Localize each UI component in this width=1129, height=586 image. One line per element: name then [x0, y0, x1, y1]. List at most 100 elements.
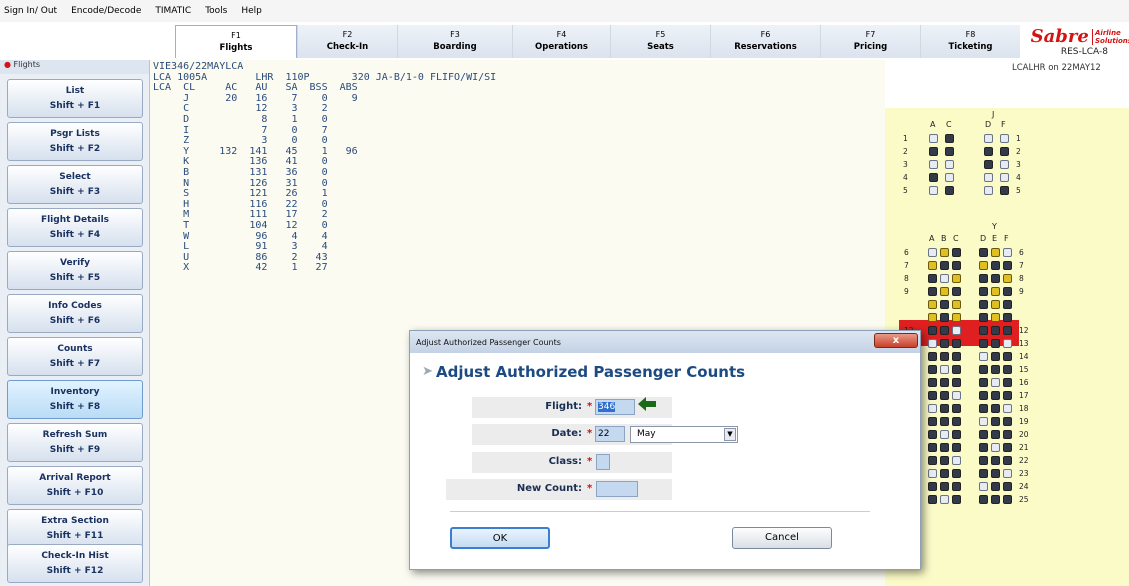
column-label[interactable]: C	[953, 234, 959, 243]
seat[interactable]	[940, 443, 949, 452]
seat[interactable]	[1003, 326, 1012, 335]
column-label[interactable]: A	[929, 234, 934, 243]
flight-input[interactable]: 346	[595, 399, 635, 415]
date-day-input[interactable]: 22	[595, 426, 625, 442]
seat[interactable]	[940, 248, 949, 257]
seat[interactable]	[1000, 134, 1009, 143]
seat[interactable]	[1003, 248, 1012, 257]
seat[interactable]	[979, 287, 988, 296]
seat[interactable]	[952, 313, 961, 322]
seat[interactable]	[1000, 147, 1009, 156]
seat[interactable]	[1003, 300, 1012, 309]
seat[interactable]	[984, 147, 993, 156]
ok-button[interactable]: OK	[450, 527, 550, 549]
seat[interactable]	[940, 287, 949, 296]
seat[interactable]	[940, 404, 949, 413]
seat[interactable]	[979, 365, 988, 374]
seat[interactable]	[928, 365, 937, 374]
seat[interactable]	[928, 417, 937, 426]
seat[interactable]	[928, 326, 937, 335]
cabin-y-label[interactable]: Y	[992, 222, 997, 231]
seat[interactable]	[940, 391, 949, 400]
seat[interactable]	[991, 378, 1000, 387]
sidebar-button-extra-section[interactable]: Extra Section Shift + F11	[7, 509, 143, 548]
column-label[interactable]: D	[980, 234, 986, 243]
seat[interactable]	[991, 469, 1000, 478]
seat[interactable]	[1003, 430, 1012, 439]
seat[interactable]	[952, 365, 961, 374]
seat[interactable]	[1003, 495, 1012, 504]
seat[interactable]	[979, 300, 988, 309]
tab-reservations[interactable]: F6 Reservations	[710, 25, 820, 58]
seat[interactable]	[1003, 456, 1012, 465]
seat[interactable]	[940, 469, 949, 478]
seat[interactable]	[940, 482, 949, 491]
seat[interactable]	[991, 404, 1000, 413]
sidebar-button-psgr-lists[interactable]: Psgr Lists Shift + F2	[7, 122, 143, 161]
seat[interactable]	[940, 300, 949, 309]
seat[interactable]	[940, 339, 949, 348]
seat[interactable]	[1003, 261, 1012, 270]
seat[interactable]	[952, 417, 961, 426]
menu-timatic[interactable]: TIMATIC	[155, 6, 191, 16]
seat[interactable]	[979, 261, 988, 270]
seat[interactable]	[991, 326, 1000, 335]
seat[interactable]	[991, 313, 1000, 322]
seat[interactable]	[1003, 287, 1012, 296]
tab-check-in[interactable]: F2 Check-In	[297, 25, 397, 58]
seat[interactable]	[952, 482, 961, 491]
seat[interactable]	[929, 160, 938, 169]
seat[interactable]	[979, 456, 988, 465]
seat[interactable]	[1003, 417, 1012, 426]
seat[interactable]	[940, 456, 949, 465]
tab-boarding[interactable]: F3 Boarding	[397, 25, 512, 58]
seat[interactable]	[1003, 339, 1012, 348]
sidebar-button-select[interactable]: Select Shift + F3	[7, 165, 143, 204]
seat[interactable]	[979, 313, 988, 322]
seat[interactable]	[991, 261, 1000, 270]
seat[interactable]	[1003, 313, 1012, 322]
seat[interactable]	[984, 160, 993, 169]
seat[interactable]	[984, 134, 993, 143]
column-label[interactable]: C	[946, 120, 952, 129]
seat[interactable]	[940, 274, 949, 283]
date-month-select[interactable]: May ▼	[630, 426, 738, 443]
seat[interactable]	[945, 186, 954, 195]
tab-flights[interactable]: F1 Flights	[175, 25, 297, 58]
seat[interactable]	[1003, 352, 1012, 361]
menu-encode-decode[interactable]: Encode/Decode	[71, 6, 141, 16]
seat[interactable]	[928, 300, 937, 309]
seat[interactable]	[1000, 173, 1009, 182]
seat[interactable]	[929, 147, 938, 156]
seat[interactable]	[940, 313, 949, 322]
column-label[interactable]: A	[930, 120, 935, 129]
seat[interactable]	[929, 173, 938, 182]
column-label[interactable]: E	[992, 234, 997, 243]
seat[interactable]	[979, 469, 988, 478]
seat[interactable]	[979, 339, 988, 348]
seat[interactable]	[984, 186, 993, 195]
tab-operations[interactable]: F4 Operations	[512, 25, 610, 58]
seat[interactable]	[928, 391, 937, 400]
seat[interactable]	[991, 391, 1000, 400]
seat[interactable]	[984, 173, 993, 182]
seat[interactable]	[979, 482, 988, 491]
seat[interactable]	[952, 339, 961, 348]
seat[interactable]	[952, 378, 961, 387]
seat[interactable]	[991, 495, 1000, 504]
seat[interactable]	[1003, 378, 1012, 387]
seat[interactable]	[928, 378, 937, 387]
seat[interactable]	[928, 274, 937, 283]
seat[interactable]	[952, 495, 961, 504]
column-label[interactable]: B	[941, 234, 947, 243]
seat[interactable]	[979, 326, 988, 335]
seat[interactable]	[928, 482, 937, 491]
seat[interactable]	[979, 430, 988, 439]
seat[interactable]	[1000, 186, 1009, 195]
seat[interactable]	[929, 134, 938, 143]
column-label[interactable]: F	[1004, 234, 1009, 243]
sidebar-button-arrival-report[interactable]: Arrival Report Shift + F10	[7, 466, 143, 505]
seat[interactable]	[952, 430, 961, 439]
seat[interactable]	[991, 482, 1000, 491]
seat[interactable]	[979, 352, 988, 361]
